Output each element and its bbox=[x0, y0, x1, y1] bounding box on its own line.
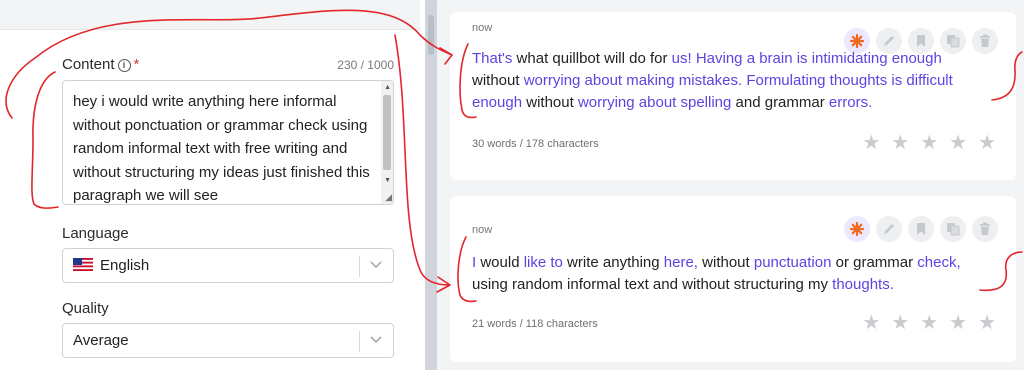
panel-scrollbar[interactable] bbox=[425, 0, 437, 370]
info-icon[interactable]: i bbox=[117, 59, 131, 72]
quality-label: Quality bbox=[62, 300, 109, 317]
us-flag-icon bbox=[73, 258, 93, 271]
highlighted-change[interactable]: punctuation bbox=[754, 254, 832, 271]
ai-sparkle-button[interactable] bbox=[844, 216, 870, 242]
star-icon[interactable]: ★ bbox=[978, 133, 996, 153]
copy-icon bbox=[947, 223, 960, 236]
star-icon[interactable]: ★ bbox=[949, 133, 967, 153]
highlighted-change[interactable]: like to bbox=[524, 254, 563, 271]
quality-select-value: Average bbox=[73, 332, 129, 349]
highlighted-change[interactable]: check, bbox=[917, 254, 960, 271]
delete-button[interactable] bbox=[972, 216, 998, 242]
chevron-down-icon[interactable] bbox=[369, 257, 383, 271]
star-icon[interactable]: ★ bbox=[862, 313, 880, 333]
scrollbar-thumb[interactable] bbox=[383, 95, 391, 170]
result-stats: 21 words / 118 characters bbox=[472, 318, 598, 330]
content-label-text: Content bbox=[62, 56, 115, 73]
left-panel: Content i * 230 / 1000 hey i would write a… bbox=[0, 0, 425, 370]
result-card: now That's what quillbot will do for us!… bbox=[450, 12, 1016, 180]
text-segment: without bbox=[522, 94, 578, 111]
char-count: 230 / 1000 bbox=[337, 58, 394, 72]
left-top-bar bbox=[0, 0, 420, 30]
quality-select[interactable]: Average bbox=[62, 323, 394, 358]
language-label: Language bbox=[62, 225, 129, 242]
chevron-down-icon[interactable] bbox=[369, 332, 383, 346]
result-card: now I would like to write anything here,… bbox=[450, 196, 1016, 362]
textarea-scrollbar[interactable]: ▲ ▼ bbox=[381, 81, 393, 204]
select-separator bbox=[359, 331, 360, 352]
star-icon[interactable]: ★ bbox=[978, 313, 996, 333]
star-icon[interactable]: ★ bbox=[920, 313, 938, 333]
highlighted-change[interactable]: errors. bbox=[829, 94, 872, 111]
ai-sparkle-icon bbox=[850, 222, 864, 236]
edit-pencil-icon bbox=[884, 224, 894, 234]
highlighted-change[interactable]: us! bbox=[672, 50, 692, 67]
bookmark-icon bbox=[917, 223, 925, 235]
highlighted-change[interactable]: Having a brain is intimidating enough bbox=[696, 50, 942, 67]
result-text[interactable]: I would like to write anything here, wit… bbox=[472, 252, 992, 296]
language-value-text: English bbox=[100, 257, 150, 274]
text-segment: without bbox=[472, 72, 524, 89]
edit-button[interactable] bbox=[876, 216, 902, 242]
resize-grip-icon[interactable]: ◢ bbox=[385, 192, 392, 203]
highlighted-change[interactable]: worrying about spelling bbox=[578, 94, 731, 111]
ai-sparkle-icon bbox=[850, 34, 864, 48]
text-segment: write anything bbox=[562, 254, 664, 271]
highlighted-change[interactable]: That's bbox=[472, 50, 512, 67]
bookmark-button[interactable] bbox=[908, 216, 934, 242]
trash-icon bbox=[980, 222, 990, 235]
star-icon[interactable]: ★ bbox=[920, 133, 938, 153]
result-text[interactable]: That's what quillbot will do for us! Hav… bbox=[472, 48, 992, 114]
text-segment: and grammar bbox=[731, 94, 829, 111]
result-timestamp: now bbox=[472, 224, 493, 236]
card-actions bbox=[844, 216, 998, 242]
text-segment: would bbox=[476, 254, 524, 271]
copy-icon bbox=[947, 35, 960, 48]
content-textarea[interactable]: hey i would write anything here informal… bbox=[62, 80, 394, 205]
edit-pencil-icon bbox=[884, 36, 894, 46]
content-label: Content i * bbox=[62, 56, 139, 73]
panel-scrollbar-thumb[interactable] bbox=[428, 15, 434, 55]
star-icon[interactable]: ★ bbox=[862, 133, 880, 153]
text-segment: without bbox=[697, 254, 754, 271]
highlighted-change[interactable]: worrying about making mistakes. bbox=[524, 72, 742, 89]
result-stats: 30 words / 178 characters bbox=[472, 138, 599, 150]
text-segment: what quillbot will do for bbox=[512, 50, 672, 67]
language-select-value: English bbox=[73, 257, 149, 274]
star-rating: ★ ★ ★ ★ ★ bbox=[862, 133, 996, 153]
text-segment: or grammar bbox=[831, 254, 918, 271]
trash-icon bbox=[980, 34, 990, 47]
required-asterisk: * bbox=[133, 56, 140, 73]
copy-button[interactable] bbox=[940, 216, 966, 242]
text-segment: using random informal text and without s… bbox=[472, 276, 833, 293]
star-icon[interactable]: ★ bbox=[891, 313, 909, 333]
star-icon[interactable]: ★ bbox=[949, 313, 967, 333]
star-rating: ★ ★ ★ ★ ★ bbox=[862, 313, 996, 333]
highlighted-change[interactable]: here, bbox=[664, 254, 698, 271]
language-select[interactable]: English bbox=[62, 248, 394, 283]
content-textarea-value[interactable]: hey i would write anything here informal… bbox=[73, 90, 378, 204]
scroll-down-arrow-icon[interactable]: ▼ bbox=[384, 177, 391, 184]
scroll-up-arrow-icon[interactable]: ▲ bbox=[384, 84, 391, 91]
highlighted-change[interactable]: thoughts. bbox=[832, 276, 894, 293]
result-timestamp: now bbox=[472, 22, 493, 34]
bookmark-icon bbox=[917, 35, 925, 47]
star-icon[interactable]: ★ bbox=[891, 133, 909, 153]
select-separator bbox=[359, 256, 360, 277]
